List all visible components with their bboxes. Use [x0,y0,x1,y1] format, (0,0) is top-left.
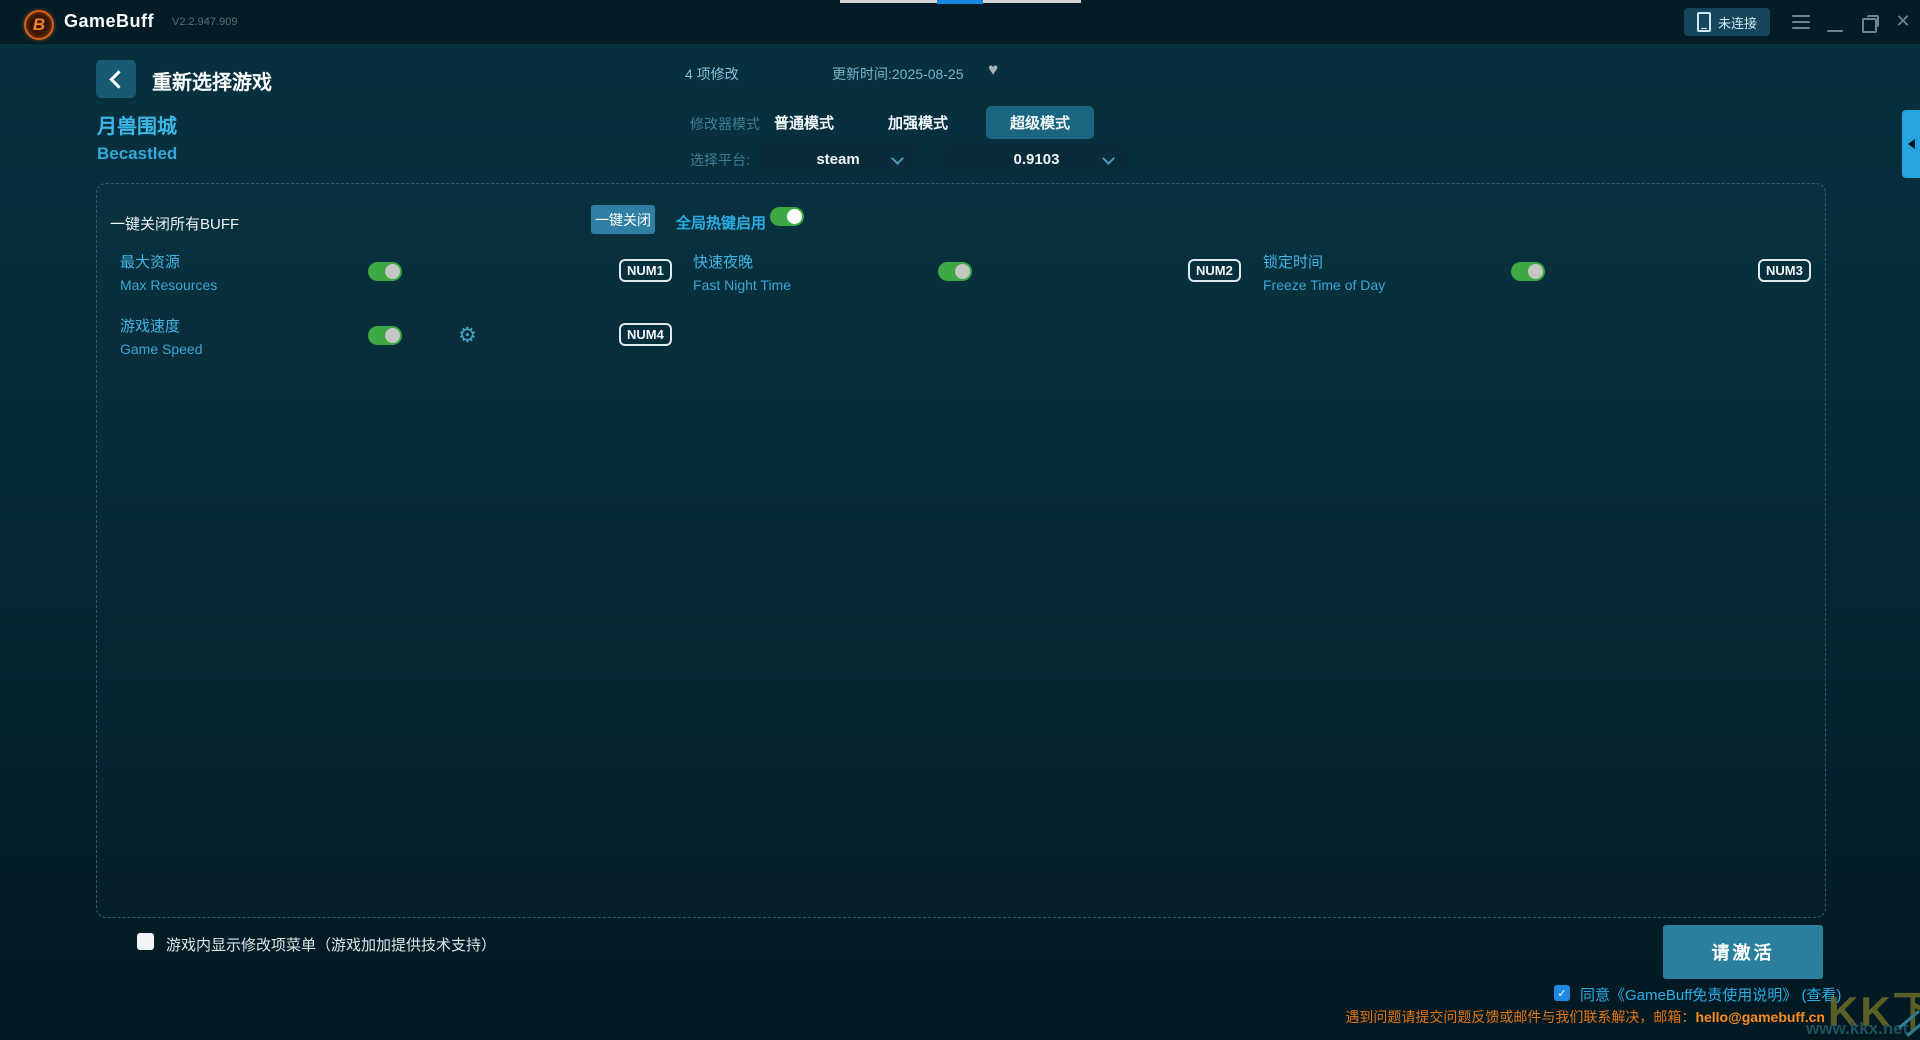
close-icon: ✕ [1895,11,1911,31]
heart-icon[interactable]: ♥ [988,60,998,80]
watermark-site: www.kkx.net [1806,1019,1909,1038]
close-all-button[interactable]: 一键关闭 [591,205,655,234]
toggle-knob [385,328,400,343]
mode-options: 普通模式 加强模式 超级模式 [758,105,1095,139]
global-hotkey-toggle[interactable] [770,207,804,226]
minimize-icon [1827,29,1843,33]
side-panel-tab[interactable] [1902,110,1920,178]
toggle-knob [1528,264,1543,279]
gear-icon[interactable]: ⚙ [458,325,477,346]
mode-option-0[interactable]: 普通模式 [758,106,850,139]
agreement-checkbox[interactable]: ✓ [1554,985,1570,1001]
cheat-toggle[interactable] [1511,262,1545,281]
app-version: V2.2.947.909 [172,16,238,28]
update-time: 更新时间:2025-08-25 [832,66,964,82]
check-icon: ✓ [1557,987,1567,1000]
global-hotkey-label: 全局热键启用 [676,215,767,232]
cheat-toggle[interactable] [368,326,402,345]
phone-icon [1696,12,1711,32]
mode-selector-label: 修改器模式 [690,116,760,132]
back-chevron-icon [108,69,128,89]
hamburger-icon [1792,15,1810,29]
toggle-knob [787,209,802,224]
toggle-knob [955,264,970,279]
game-title-zh: 月兽围城 [97,116,177,138]
mods-count: 4 项修改 [685,66,739,82]
connection-status-button[interactable]: 未连接 [1684,8,1770,36]
restore-icon [1861,14,1879,33]
ingame-menu-checkbox[interactable] [137,933,154,950]
title-bar: B GameBuff V2.2.947.909 未连接 ✕ [0,0,1920,44]
cheat-toggle[interactable] [368,262,402,281]
gamebuff-logo-icon: B [24,10,54,40]
activate-button[interactable]: 请激活 [1663,925,1823,979]
version-value: 0.9103 [1013,151,1060,168]
left-arrow-icon [1907,139,1915,149]
buff-panel [96,183,1826,918]
close-button[interactable]: ✕ [1891,11,1915,31]
agreement-text[interactable]: 同意《GameBuff免责使用说明》 (查看) [1580,984,1841,1005]
game-title-en: Becastled [97,144,178,163]
back-button[interactable] [96,60,136,98]
platform-selector-label: 选择平台: [690,152,750,168]
page-title: 重新选择游戏 [152,72,272,94]
mode-option-1[interactable]: 加强模式 [872,106,964,139]
platform-value: steam [816,151,860,168]
chevron-down-icon [891,152,904,165]
chevron-down-icon [1102,152,1115,165]
platform-dropdown[interactable]: steam [758,144,918,175]
support-contact-line: 遇到问题请提交问题反馈或邮件与我们联系解决，邮箱：hello@gamebuff.… [1345,1007,1825,1027]
close-all-buff-label: 一键关闭所有BUFF [110,216,240,233]
cheat-toggle[interactable] [938,262,972,281]
version-dropdown[interactable]: 0.9103 [944,144,1129,175]
mode-option-2[interactable]: 超级模式 [986,105,1095,139]
ingame-menu-label: 游戏内显示修改项菜单（游戏加加提供技术支持） [166,937,497,954]
app-name: GameBuff [64,11,155,31]
menu-button[interactable] [1789,12,1813,32]
toggle-knob [385,264,400,279]
agreement-label: 同意《GameBuff免责使用说明》 [1580,987,1798,1004]
maximize-button[interactable] [1857,14,1881,35]
connection-status-label: 未连接 [1717,15,1757,31]
gamebuff-window: B GameBuff V2.2.947.909 未连接 ✕ 重新选择游戏 4 项… [0,0,1920,1040]
background-window-strip-active [937,0,983,4]
minimize-button[interactable] [1823,21,1847,41]
support-text: 遇到问题请提交问题反馈或邮件与我们联系解决，邮箱： [1345,1009,1696,1025]
